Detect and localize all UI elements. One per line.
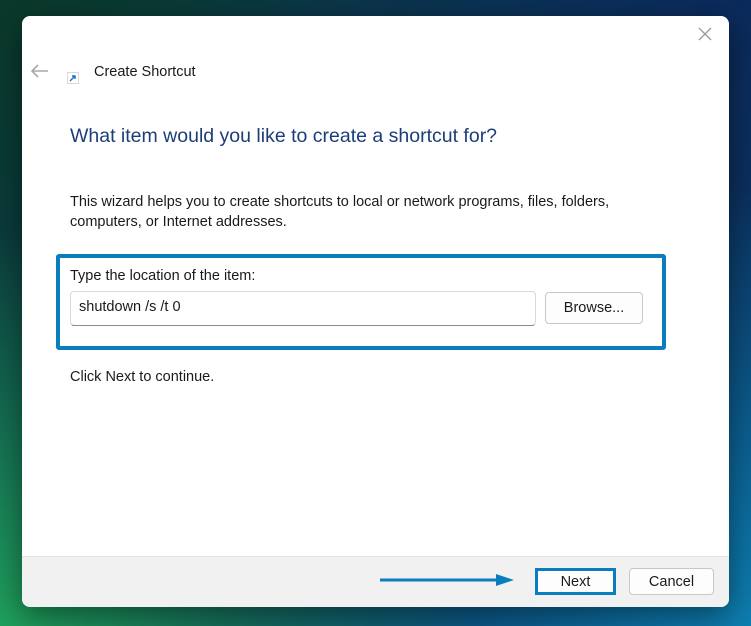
location-input[interactable]: [70, 291, 536, 326]
browse-button[interactable]: Browse...: [545, 292, 643, 324]
window-title: Create Shortcut: [94, 64, 196, 80]
cancel-button[interactable]: Cancel: [629, 568, 714, 595]
continue-hint: Click Next to continue.: [70, 369, 215, 385]
dialog-footer: [22, 556, 729, 607]
wizard-description: This wizard helps you to create shortcut…: [70, 194, 610, 230]
shortcut-icon: [67, 71, 79, 84]
page-heading: What item would you like to create a sho…: [70, 125, 498, 147]
back-arrow-icon: [30, 63, 49, 83]
back-button[interactable]: [28, 62, 52, 84]
next-button[interactable]: Next: [535, 568, 616, 595]
close-icon: [698, 27, 712, 46]
close-button[interactable]: [691, 24, 719, 48]
create-shortcut-dialog: Create Shortcut What item would you like…: [22, 16, 729, 607]
annotation-arrow-icon: [380, 573, 516, 592]
location-label: Type the location of the item:: [70, 268, 256, 284]
